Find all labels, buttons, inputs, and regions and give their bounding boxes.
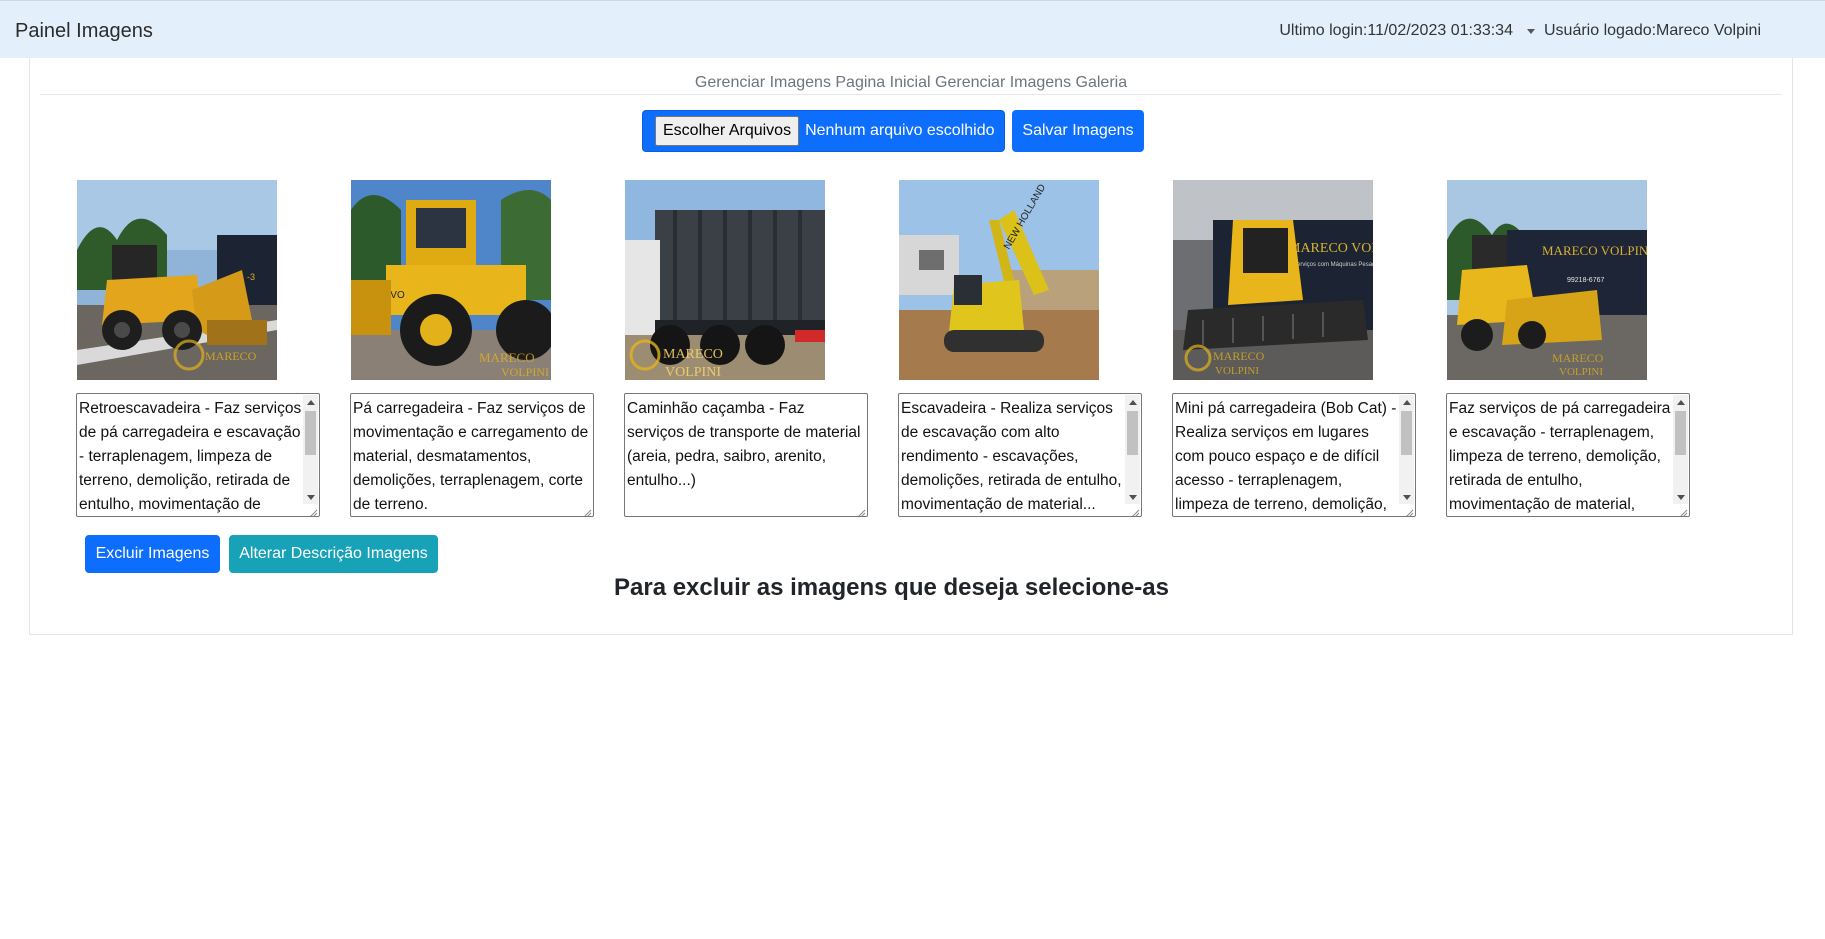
svg-text:MARECO: MARECO [1213,349,1265,363]
scroll-down-arrow-icon[interactable] [1403,495,1411,500]
resize-grip-icon[interactable] [856,505,866,516]
textarea-scrollbar[interactable] [1673,395,1688,504]
resize-grip-icon[interactable] [1404,505,1414,516]
svg-text:Serviços com Máquinas Pesadas: Serviços com Máquinas Pesadas [1293,262,1373,268]
svg-text:MARECO: MARECO [663,347,723,362]
file-status-text: Nenhum arquivo escolhido [805,122,995,139]
description-text: Caminhão caçamba - Faz serviços de trans… [627,400,861,489]
scroll-down-arrow-icon[interactable] [1129,495,1137,500]
svg-text:VOLPINI: VOLPINI [665,365,721,380]
scroll-down-arrow-icon[interactable] [1677,495,1685,500]
scroll-down-arrow-icon[interactable] [307,495,315,500]
description-textarea[interactable]: Escavadeira - Realiza serviços de escava… [898,393,1142,517]
scroll-up-arrow-icon[interactable] [1129,400,1137,405]
scroll-up-arrow-icon[interactable] [1677,400,1685,405]
resize-grip-icon[interactable] [308,505,318,516]
manage-gallery-images-link[interactable]: Gerenciar Imagens Galeria [935,74,1127,91]
gallery-thumbnail[interactable]: MARECO VOLPINI Serviços com Máquinas Pes… [1173,180,1373,380]
gallery-thumbnail[interactable]: -3 MARECO [77,180,277,380]
logged-user-text[interactable]: Usuário logado:Mareco Volpini [1544,22,1761,40]
description-text: Mini pá carregadeira (Bob Cat) - Realiza… [1175,400,1397,513]
description-text: Faz serviços de pá carregadeira e escava… [1449,400,1671,513]
description-textarea[interactable]: Pá carregadeira - Faz serviços de movime… [350,393,594,517]
scroll-up-arrow-icon[interactable] [1403,400,1411,405]
svg-text:MARECO VOLPINI: MARECO VOLPINI [1542,243,1647,258]
card-header: Gerenciar Imagens Pagina Inicial Gerenci… [40,58,1782,95]
gallery-thumbnail[interactable]: MARECO VOLPINI [625,180,825,380]
textarea-scrollbar[interactable] [303,395,318,504]
description-text: Pá carregadeira - Faz serviços de movime… [353,400,589,513]
svg-text:MARECO: MARECO [205,349,257,363]
svg-text:VOLPINI: VOLPINI [1215,365,1259,377]
gallery-thumbnail[interactable]: MARECO VOLPINI 99218-6767 MARECO VOLPINI [1447,180,1647,380]
description-textarea[interactable]: Caminhão caçamba - Faz serviços de trans… [624,393,868,517]
description-textarea[interactable]: Faz serviços de pá carregadeira e escava… [1446,393,1690,517]
description-textarea[interactable]: Retroescavadeira - Faz serviços de pá ca… [76,393,320,517]
scroll-thumb[interactable] [1127,411,1138,455]
resize-grip-icon[interactable] [1130,505,1140,516]
delete-images-button[interactable]: Excluir Imagens [85,535,220,573]
textarea-scrollbar[interactable] [1125,395,1140,504]
image-manager-card: Gerenciar Imagens Pagina Inicial Gerenci… [29,58,1793,635]
last-login-text: Ultimo login:11/02/2023 01:33:34 [1279,22,1513,39]
navbar-user-info: Ultimo login:11/02/2023 01:33:34 Usuário… [1279,22,1761,40]
file-upload-control[interactable]: Escolher Arquivos Nenhum arquivo escolhi… [642,110,1005,152]
svg-text:VOLPINI: VOLPINI [501,365,549,379]
top-navbar: Painel Imagens Ultimo login:11/02/2023 0… [0,0,1825,58]
navbar-brand[interactable]: Painel Imagens [15,20,153,43]
scroll-thumb[interactable] [305,411,316,455]
scroll-up-arrow-icon[interactable] [307,400,315,405]
delete-instruction-text: Para excluir as imagens que deseja selec… [614,574,1169,601]
svg-text:VOLPINI: VOLPINI [1559,366,1603,378]
save-images-button[interactable]: Salvar Imagens [1012,110,1144,152]
gallery-thumbnail[interactable]: VOLVO MARECO VOLPINI [351,180,551,380]
alter-description-button[interactable]: Alterar Descrição Imagens [229,535,438,573]
svg-text:-3: -3 [247,272,255,282]
description-text: Retroescavadeira - Faz serviços de pá ca… [79,400,302,513]
textarea-scrollbar[interactable] [1399,395,1414,504]
resize-grip-icon[interactable] [582,505,592,516]
scroll-thumb[interactable] [1401,411,1412,455]
svg-text:MARECO: MARECO [1552,351,1604,365]
choose-files-button[interactable]: Escolher Arquivos [655,116,800,146]
svg-text:99218-6767: 99218-6767 [1567,277,1604,284]
manage-home-images-link[interactable]: Gerenciar Imagens Pagina Inicial [695,74,931,91]
svg-text:MARECO VOLPINI: MARECO VOLPINI [1288,241,1373,256]
svg-text:MARECO: MARECO [479,350,535,365]
resize-grip-icon[interactable] [1678,505,1688,516]
user-dropdown-caret-icon[interactable] [1526,28,1535,34]
description-textarea[interactable]: Mini pá carregadeira (Bob Cat) - Realiza… [1172,393,1416,517]
gallery-thumbnail[interactable]: NEW HOLLAND [899,180,1099,380]
scroll-thumb[interactable] [1675,411,1686,455]
description-text: Escavadeira - Realiza serviços de escava… [901,400,1122,513]
